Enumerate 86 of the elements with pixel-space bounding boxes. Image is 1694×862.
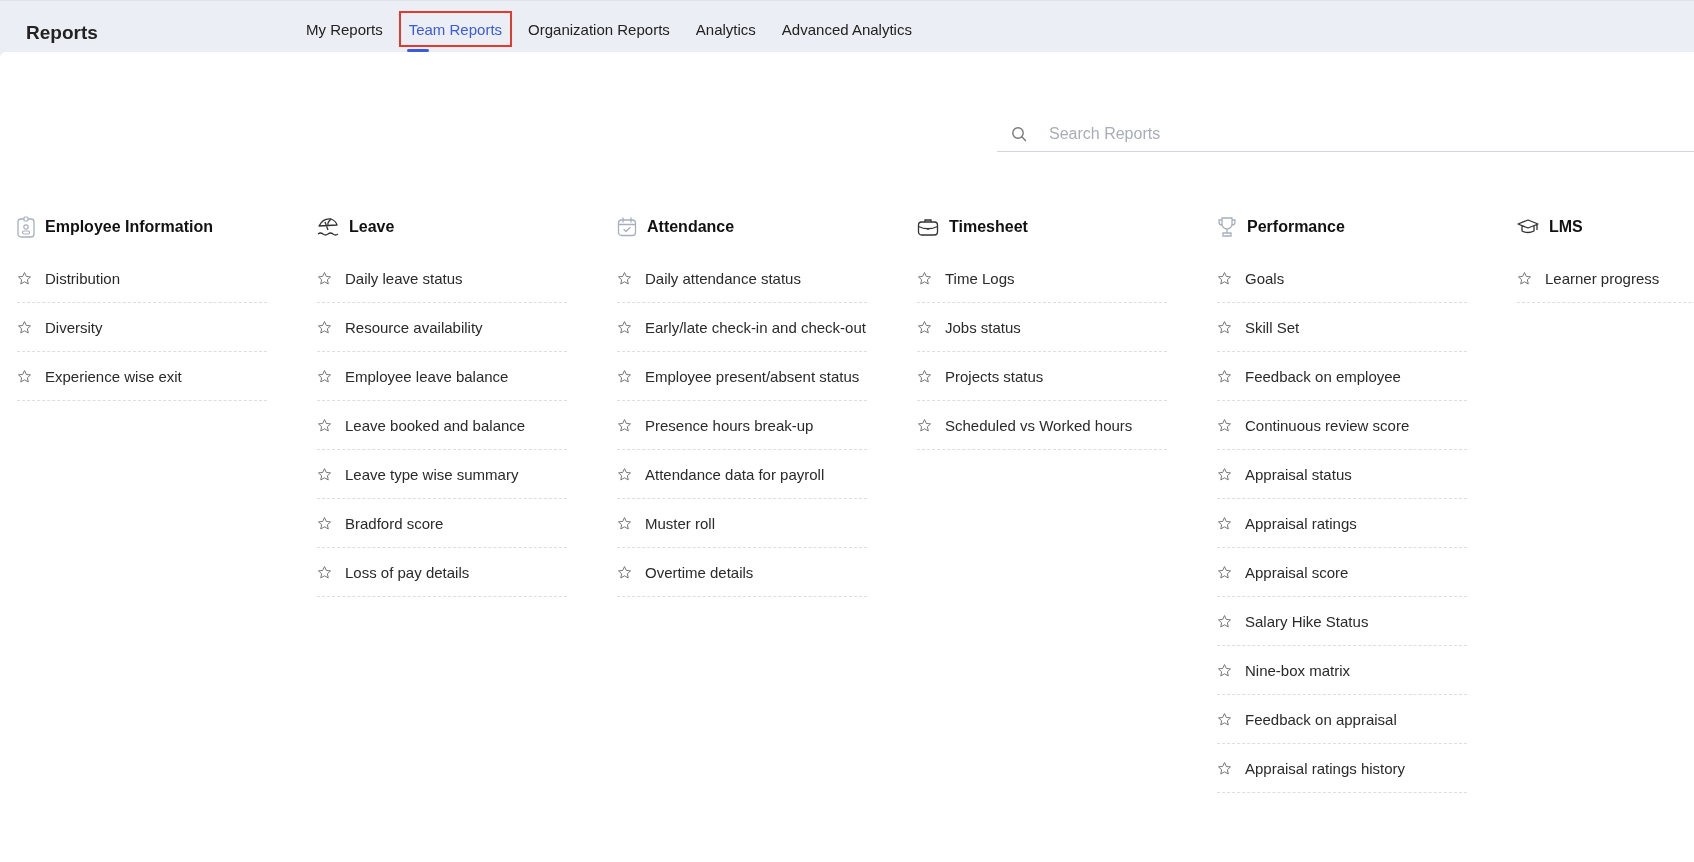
beach-umbrella-icon xyxy=(317,217,339,237)
star-icon[interactable] xyxy=(617,319,632,335)
category-title: Timesheet xyxy=(949,218,1028,236)
star-icon[interactable] xyxy=(617,466,632,482)
report-link[interactable]: Salary Hike Status xyxy=(1245,612,1369,630)
star-icon[interactable] xyxy=(17,368,32,384)
report-link[interactable]: Time Logs xyxy=(945,269,1015,287)
star-icon[interactable] xyxy=(17,270,32,286)
report-link[interactable]: Feedback on appraisal xyxy=(1245,710,1397,728)
report-link[interactable]: Scheduled vs Worked hours xyxy=(945,416,1133,434)
star-icon[interactable] xyxy=(1217,319,1232,335)
search-icon xyxy=(1011,125,1027,142)
star-icon[interactable] xyxy=(1217,368,1232,384)
report-link[interactable]: Resource availability xyxy=(345,318,483,336)
report-link[interactable]: Attendance data for payroll xyxy=(645,465,825,483)
star-icon[interactable] xyxy=(1217,564,1232,580)
star-icon[interactable] xyxy=(917,270,932,286)
report-link[interactable]: Appraisal status xyxy=(1245,465,1352,483)
report-link[interactable]: Jobs status xyxy=(945,318,1021,336)
tab[interactable]: Advanced Analytics xyxy=(771,11,922,47)
star-icon[interactable] xyxy=(17,319,32,335)
star-icon[interactable] xyxy=(617,564,632,580)
page-title: Reports xyxy=(26,21,99,44)
star-icon[interactable] xyxy=(317,466,332,482)
report-link[interactable]: Goals xyxy=(1245,269,1285,287)
star-icon[interactable] xyxy=(317,515,332,531)
star-icon[interactable] xyxy=(617,368,632,384)
star-icon[interactable] xyxy=(617,417,632,433)
star-icon[interactable] xyxy=(617,270,632,286)
briefcase-icon xyxy=(917,217,939,237)
report-link[interactable]: Loss of pay details xyxy=(345,563,470,581)
report-link[interactable]: Learner progress xyxy=(1545,269,1660,287)
report-link[interactable]: Projects status xyxy=(945,367,1044,385)
report-link[interactable]: Appraisal ratings xyxy=(1245,514,1357,532)
star-icon[interactable] xyxy=(917,368,932,384)
report-link[interactable]: Early/late check-in and check-out xyxy=(645,318,866,336)
star-icon[interactable] xyxy=(1217,760,1232,776)
star-icon[interactable] xyxy=(917,417,932,433)
report-link[interactable]: Leave type wise summary xyxy=(345,465,519,483)
category-title: LMS xyxy=(1549,218,1583,236)
star-icon[interactable] xyxy=(1217,711,1232,727)
star-icon[interactable] xyxy=(317,368,332,384)
star-icon[interactable] xyxy=(317,270,332,286)
star-icon[interactable] xyxy=(1217,270,1232,286)
star-icon[interactable] xyxy=(1217,417,1232,433)
star-icon[interactable] xyxy=(1217,466,1232,482)
report-link[interactable]: Continuous review score xyxy=(1245,416,1410,434)
graduation-cap-icon xyxy=(1517,218,1539,236)
star-icon[interactable] xyxy=(1217,515,1232,531)
report-link[interactable]: Daily attendance status xyxy=(645,269,801,287)
active-tab-indicator xyxy=(406,49,429,52)
report-link[interactable]: Experience wise exit xyxy=(45,367,182,385)
report-link[interactable]: Overtime details xyxy=(645,563,754,581)
star-icon[interactable] xyxy=(317,417,332,433)
report-link[interactable]: Skill Set xyxy=(1245,318,1300,336)
report-link[interactable]: Employee present/absent status xyxy=(645,367,860,385)
tab[interactable]: Analytics xyxy=(685,11,766,47)
id-badge-icon xyxy=(17,216,35,238)
star-icon[interactable] xyxy=(917,319,932,335)
star-icon[interactable] xyxy=(1217,613,1232,629)
star-icon[interactable] xyxy=(317,319,332,335)
category-title: Attendance xyxy=(647,218,735,236)
report-link[interactable]: Bradford score xyxy=(345,514,444,532)
report-link[interactable]: Diversity xyxy=(45,318,103,336)
report-link[interactable]: Daily leave status xyxy=(345,269,463,287)
report-link[interactable]: Nine-box matrix xyxy=(1245,661,1351,679)
category-title: Leave xyxy=(349,218,395,236)
tab[interactable]: My Reports xyxy=(296,11,393,47)
report-link[interactable]: Appraisal ratings history xyxy=(1245,759,1406,777)
star-icon[interactable] xyxy=(1217,662,1232,678)
report-link[interactable]: Muster roll xyxy=(645,514,715,532)
report-link[interactable]: Presence hours break-up xyxy=(645,416,814,434)
tab[interactable]: Team Reports xyxy=(398,11,513,47)
report-link[interactable]: Distribution xyxy=(45,269,121,287)
calendar-check-icon xyxy=(617,217,637,237)
report-link[interactable]: Feedback on employee xyxy=(1245,367,1401,385)
report-link[interactable]: Leave booked and balance xyxy=(345,416,526,434)
star-icon[interactable] xyxy=(317,564,332,580)
trophy-icon xyxy=(1217,216,1237,238)
star-icon[interactable] xyxy=(1517,270,1532,286)
category-title: Performance xyxy=(1247,218,1345,236)
tab[interactable]: Organization Reports xyxy=(518,11,680,47)
report-link[interactable]: Appraisal score xyxy=(1245,563,1349,581)
category-title: Employee Information xyxy=(45,218,214,236)
star-icon[interactable] xyxy=(617,515,632,531)
report-link[interactable]: Employee leave balance xyxy=(345,367,509,385)
